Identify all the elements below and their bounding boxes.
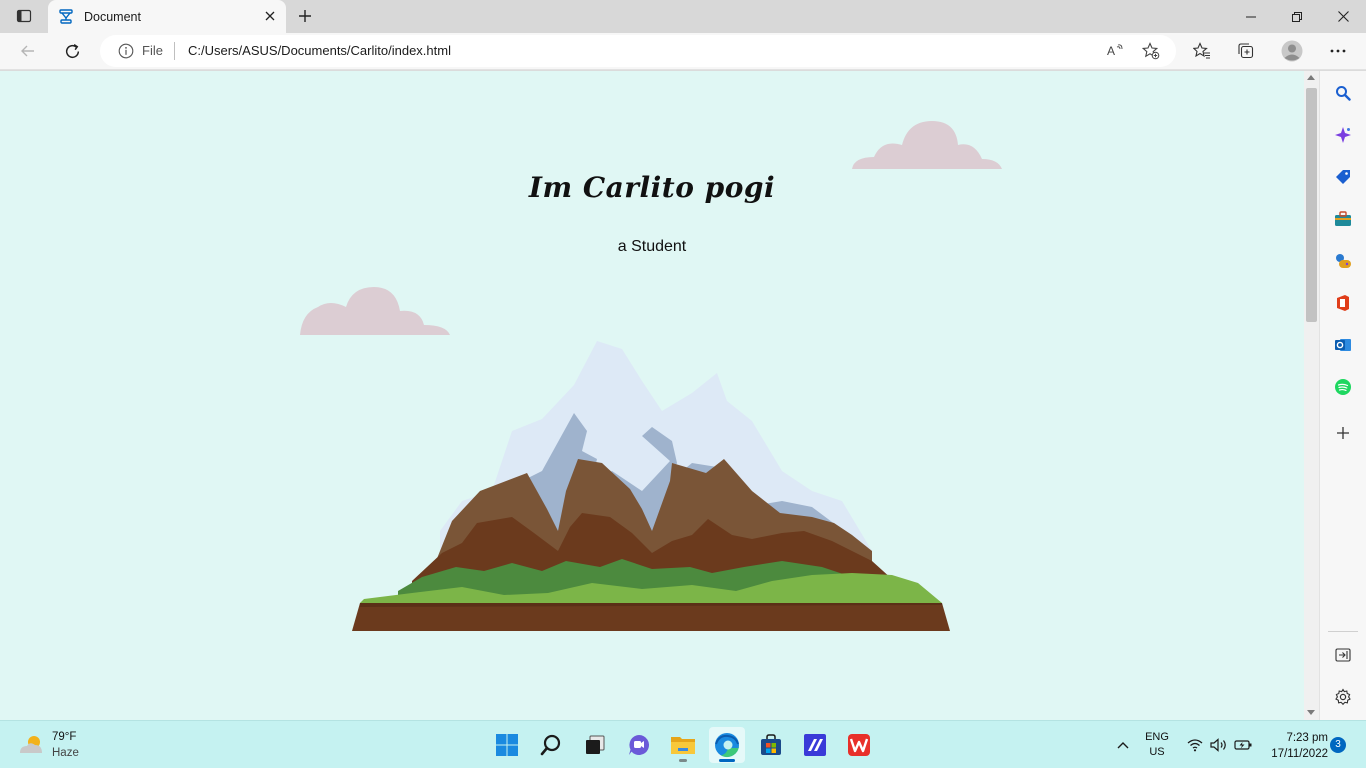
chevron-up-icon [1117,742,1129,749]
collections-icon [1238,43,1254,59]
refresh-icon [65,43,79,58]
back-button[interactable] [13,37,43,65]
visual-studio-icon [804,734,826,756]
language-indicator[interactable]: ENG US [1140,730,1174,760]
clock-time: 7:23 pm [1286,732,1328,744]
protocol-label: File [142,43,163,58]
scroll-up-icon[interactable] [1307,75,1315,80]
page-title: Im Carlito pogi [528,171,776,204]
add-icon[interactable] [1332,422,1354,444]
minimize-icon [1246,16,1256,17]
refresh-button[interactable] [57,37,87,65]
system-clock[interactable]: 7:23 pm 17/11/2022 [1258,730,1328,762]
info-icon[interactable] [118,43,134,59]
close-window-button[interactable] [1320,0,1366,33]
spotify-icon[interactable] [1332,376,1354,398]
search-icon[interactable] [1332,82,1354,104]
task-view-icon [586,735,605,754]
favorites-button[interactable] [1187,37,1217,65]
mountain-illustration [352,341,950,631]
address-bar[interactable]: File C:/Users/ASUS/Documents/Carlito/ind… [100,35,1176,67]
volume-icon[interactable] [1208,721,1230,768]
back-arrow-icon [21,45,34,57]
games-icon[interactable] [1332,250,1354,272]
store-icon [761,734,781,755]
taskbar-search-button[interactable] [533,727,569,763]
restore-button[interactable] [1274,0,1320,33]
document-tab-icon [59,8,73,24]
weather-haze-icon [20,736,42,753]
divider [174,42,175,60]
browser-toolbar: File C:/Users/ASUS/Documents/Carlito/ind… [0,33,1366,70]
page-viewport: Im Carlito pogi a Student [0,71,1304,720]
battery-charging-icon[interactable] [1232,721,1254,768]
settings-icon[interactable] [1332,686,1354,708]
page-subtitle: a Student [617,238,687,255]
add-favorite-icon[interactable] [1142,42,1160,60]
clock-date: 17/11/2022 [1271,748,1328,760]
edge-button[interactable] [709,727,745,763]
language-code: ENG [1145,731,1169,743]
close-icon [1337,11,1349,22]
teams-chat-button[interactable] [621,727,657,763]
plus-icon [299,10,311,22]
close-tab-icon[interactable] [262,8,278,24]
cloud-image [300,287,450,335]
teams-chat-icon [629,735,650,755]
notification-badge[interactable]: 3 [1330,737,1346,753]
restore-icon [1292,11,1302,22]
show-hidden-icons-button[interactable] [1112,721,1134,768]
tab-title: Document [84,9,141,24]
divider [1328,631,1358,632]
profile-button[interactable] [1277,37,1307,65]
tab-actions-icon [16,9,32,23]
weather-temperature: 79°F [52,731,77,743]
active-indicator [719,759,735,762]
task-view-button[interactable] [577,727,613,763]
file-explorer-button[interactable] [665,727,701,763]
more-options-icon [1330,49,1346,53]
wps-office-button[interactable] [841,727,877,763]
svg-text:A: A [1107,44,1115,58]
collections-button[interactable] [1231,37,1261,65]
cloud-image [852,121,1002,169]
tab-actions-button[interactable] [10,4,38,28]
windows-taskbar: 79°F Haze ENG US 7:23 pm 17/11/2022 3 [0,720,1366,768]
tools-icon[interactable] [1332,208,1354,230]
read-aloud-icon[interactable]: A [1106,42,1124,60]
visual-studio-button[interactable] [797,727,833,763]
tab-strip: Document [0,0,1366,33]
search-icon [540,734,561,756]
new-tab-button[interactable] [292,4,318,28]
page-scrollbar[interactable] [1304,71,1319,720]
hide-sidebar-icon[interactable] [1332,644,1354,666]
copilot-icon[interactable] [1332,124,1354,146]
office-icon[interactable] [1332,292,1354,314]
start-icon [496,734,518,756]
start-button[interactable] [489,727,525,763]
running-indicator [679,759,687,762]
scroll-down-icon[interactable] [1307,710,1315,715]
settings-menu-button[interactable] [1323,37,1353,65]
tab-document[interactable]: Document [48,0,286,33]
file-explorer-icon [671,737,695,754]
minimize-button[interactable] [1228,0,1274,33]
url-text[interactable]: C:/Users/ASUS/Documents/Carlito/index.ht… [188,43,451,58]
edge-icon [715,733,739,758]
edge-sidebar [1319,71,1366,720]
region-code: US [1149,746,1165,758]
store-button[interactable] [753,727,789,763]
outlook-icon[interactable] [1332,334,1354,356]
wps-office-icon [848,734,870,756]
wifi-icon[interactable] [1184,721,1206,768]
scrollbar-thumb[interactable] [1306,88,1317,322]
favorites-icon [1193,42,1210,59]
weather-widget[interactable]: 79°F Haze [16,729,79,761]
shopping-tag-icon[interactable] [1332,166,1354,188]
weather-condition: Haze [52,747,79,759]
avatar-icon [1281,40,1303,62]
